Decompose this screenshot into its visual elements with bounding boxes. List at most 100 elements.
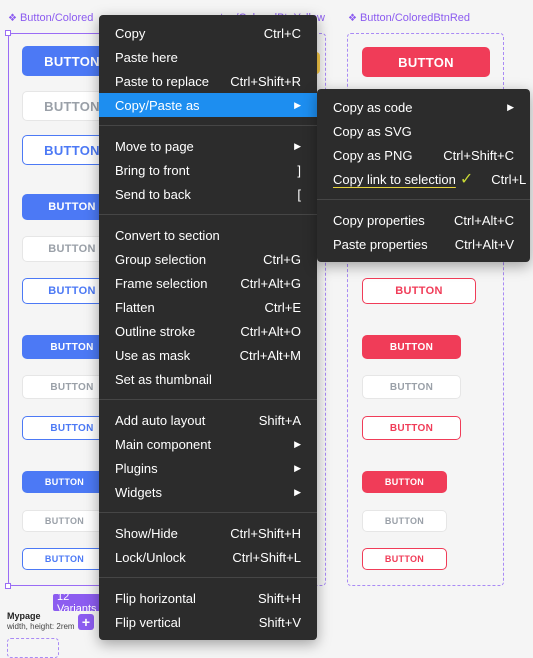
menu-item-shortcut: Ctrl+Alt+V [454, 236, 514, 252]
menu-separator [99, 577, 317, 578]
button-variant[interactable]: BUTTON [362, 335, 461, 359]
submenu-arrow-icon: ▶ [294, 99, 301, 110]
context-menu: Copy Ctrl+C Paste here Paste to replace Ctrl… [99, 15, 317, 640]
variants-badge[interactable]: 12 Variants [53, 594, 101, 611]
menu-item-shortcut: Ctrl+Shift+R [230, 73, 301, 89]
menu-separator [99, 512, 317, 513]
menu-item-outline-stroke[interactable]: Outline stroke Ctrl+Alt+O [99, 319, 317, 343]
menu-item-shortcut: Ctrl+C [263, 25, 301, 41]
button-variant[interactable]: BUTTON [22, 548, 107, 570]
menu-item-flip-vertical[interactable]: Flip vertical Shift+V [99, 610, 317, 634]
page-frame[interactable] [7, 638, 59, 658]
component-set-icon: ❖ [348, 12, 357, 24]
menu-item-paste-properties[interactable]: Paste properties Ctrl+Alt+V [317, 232, 530, 256]
menu-item-label: Widgets [115, 484, 162, 500]
menu-item-use-as-mask[interactable]: Use as mask Ctrl+Alt+M [99, 343, 317, 367]
frame-title-red[interactable]: ❖ Button/ColoredBtnRed [348, 12, 470, 24]
frame-title-colored[interactable]: ❖ Button/Colored [8, 12, 93, 24]
menu-item-add-auto-layout[interactable]: Add auto layout Shift+A [99, 408, 317, 432]
menu-item-bring-to-front[interactable]: Bring to front] [99, 158, 317, 182]
menu-item-copy[interactable]: Copy Ctrl+C [99, 21, 317, 45]
menu-item-copy-paste-as[interactable]: Copy/Paste as ▶ [99, 93, 317, 117]
menu-item-label: Copy link to selection [333, 171, 456, 187]
menu-item-copy-as-svg[interactable]: Copy as SVG [317, 119, 530, 143]
menu-item-shortcut: Ctrl+Shift+C [443, 147, 514, 163]
menu-item-shortcut: Ctrl+Shift+H [230, 525, 301, 541]
menu-item-paste-to-replace[interactable]: Paste to replace Ctrl+Shift+R [99, 69, 317, 93]
button-variant[interactable]: BUTTON [362, 278, 476, 304]
menu-item-label: Copy properties [333, 212, 425, 228]
component-set-icon: ❖ [8, 12, 17, 24]
button-variant[interactable]: BUTTON [22, 510, 107, 532]
menu-item-label: Flatten [115, 299, 155, 315]
submenu-arrow-icon: ▶ [507, 101, 514, 112]
menu-item-label: Copy as SVG [333, 123, 412, 139]
menu-item-label: Lock/Unlock [115, 549, 186, 565]
menu-item-shortcut: ] [297, 162, 301, 178]
menu-item-frame-selection[interactable]: Frame selection Ctrl+Alt+G [99, 271, 317, 295]
menu-item-copy-as-png[interactable]: Copy as PNG Ctrl+Shift+C [317, 143, 530, 167]
menu-item-lock-unlock[interactable]: Lock/Unlock Ctrl+Shift+L [99, 545, 317, 569]
copy-paste-as-submenu: Copy as code ▶ Copy as SVG Copy as PNG Ctrl+… [317, 89, 530, 262]
button-variant[interactable]: BUTTON [362, 47, 490, 77]
menu-item-shortcut: Ctrl+L [491, 171, 527, 187]
menu-item-label: Copy [115, 25, 146, 41]
button-variant[interactable]: BUTTON [362, 375, 461, 399]
menu-item-shortcut: Ctrl+G [263, 251, 301, 267]
menu-item-label: Copy as code [333, 99, 413, 115]
submenu-arrow-icon: ▶ [294, 462, 301, 473]
menu-item-label: Add auto layout [115, 412, 206, 428]
menu-item-shortcut: Ctrl+Alt+C [454, 212, 514, 228]
menu-item-label: Outline stroke [115, 323, 196, 339]
menu-item-main-component[interactable]: Main component ▶ [99, 432, 317, 456]
menu-item-label: Copy as PNG [333, 147, 413, 163]
menu-item-shortcut: Shift+V [258, 614, 301, 630]
menu-item-label: Set as thumbnail [115, 371, 212, 387]
button-variant[interactable]: BUTTON [362, 416, 461, 440]
menu-item-paste-here[interactable]: Paste here [99, 45, 317, 69]
submenu-arrow-icon: ▶ [294, 486, 301, 497]
page-frame-dimensions: width, height: 2rem [7, 622, 75, 631]
menu-item-copy-as-code[interactable]: Copy as code ▶ [317, 95, 530, 119]
annotation-check-icon: ✓ [459, 171, 474, 188]
menu-item-set-as-thumbnail[interactable]: Set as thumbnail [99, 367, 317, 391]
menu-item-shortcut: Shift+A [258, 412, 301, 428]
menu-item-flatten[interactable]: Flatten Ctrl+E [99, 295, 317, 319]
menu-item-send-to-back[interactable]: Send to back [ [99, 182, 317, 206]
resize-handle[interactable] [5, 583, 11, 589]
menu-item-label: Flip horizontal [115, 590, 196, 606]
menu-item-plugins[interactable]: Plugins ▶ [99, 456, 317, 480]
menu-item-shortcut: Ctrl+Alt+G [240, 275, 301, 291]
page-frame-name[interactable]: Mypage [7, 611, 41, 621]
menu-item-show-hide[interactable]: Show/Hide Ctrl+Shift+H [99, 521, 317, 545]
button-variant[interactable]: BUTTON [362, 471, 447, 493]
menu-item-widgets[interactable]: Widgets ▶ [99, 480, 317, 504]
menu-item-label: Group selection [115, 251, 207, 267]
button-variant[interactable]: BUTTON [22, 471, 107, 493]
button-variant[interactable]: BUTTON [362, 548, 447, 570]
menu-item-label: Use as mask [115, 347, 191, 363]
menu-separator [99, 125, 317, 126]
menu-item-copy-link-to-selection[interactable]: Copy link to selection ✓ Ctrl+L [317, 167, 530, 191]
menu-item-label: Frame selection [115, 275, 208, 291]
menu-item-shortcut: [ [297, 186, 301, 202]
menu-item-label: Flip vertical [115, 614, 181, 630]
menu-item-flip-horizontal[interactable]: Flip horizontal Shift+H [99, 586, 317, 610]
submenu-arrow-icon: ▶ [294, 438, 301, 449]
button-variant[interactable]: BUTTON [362, 510, 447, 532]
menu-item-label: Bring to front [115, 162, 190, 178]
menu-separator [317, 199, 530, 200]
add-variant-button[interactable]: + [78, 614, 94, 630]
menu-item-label: Send to back [115, 186, 191, 202]
menu-item-move-to-page[interactable]: Move to page ▶ [99, 134, 317, 158]
menu-item-convert-to-section[interactable]: Convert to section [99, 223, 317, 247]
menu-item-shortcut: Shift+H [258, 590, 301, 606]
menu-item-label: Move to page [115, 138, 194, 154]
resize-handle[interactable] [5, 30, 11, 36]
menu-item-group-selection[interactable]: Group selection Ctrl+G [99, 247, 317, 271]
menu-item-copy-properties[interactable]: Copy properties Ctrl+Alt+C [317, 208, 530, 232]
menu-separator [99, 399, 317, 400]
menu-item-label: Main component [115, 436, 212, 452]
menu-item-label: Paste here [115, 49, 178, 65]
submenu-arrow-icon: ▶ [294, 140, 301, 151]
